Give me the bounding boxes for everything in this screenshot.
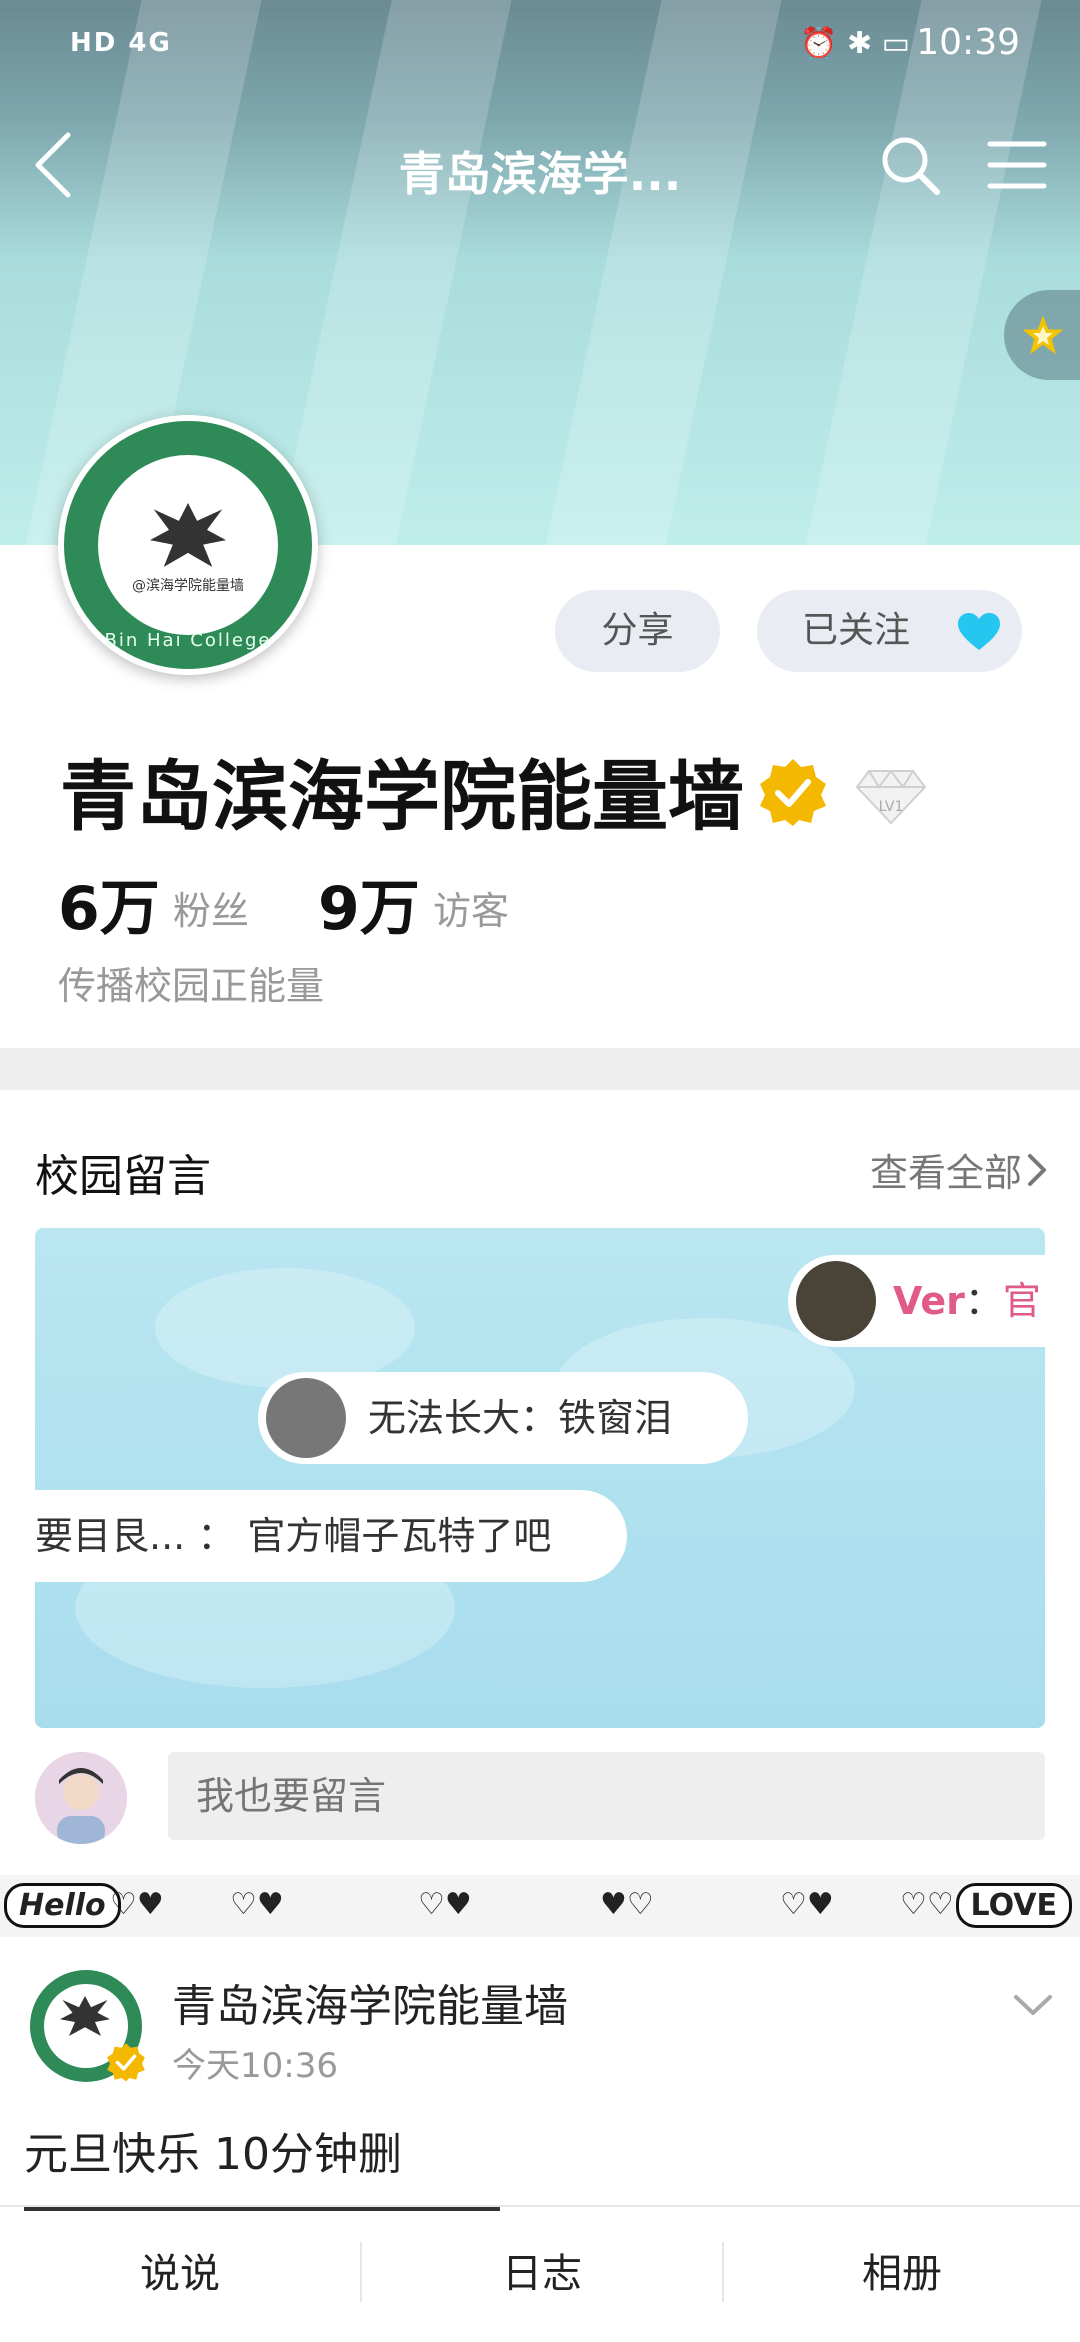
tab-album[interactable]: 相册 — [722, 2207, 1080, 2342]
favorite-tab[interactable] — [1004, 290, 1080, 380]
heart-doodle-icon: ♡♥ — [780, 1887, 834, 1922]
comment-text: 铁窗泪 — [558, 1396, 673, 1440]
user-avatar-icon — [35, 1752, 127, 1844]
followers-label[interactable]: 粉丝 — [173, 880, 249, 935]
network-indicator: HD 4G — [70, 28, 172, 58]
search-icon — [882, 137, 940, 195]
message-bubble[interactable]: 要目艮... ： 官方帽子瓦特了吧 — [35, 1490, 627, 1582]
separator: ： — [520, 1396, 559, 1440]
commenter-name: 要目艮... — [35, 1514, 186, 1558]
verified-badge-icon — [760, 759, 826, 826]
diamond-level-icon: LV1 — [855, 769, 927, 825]
search-button[interactable] — [875, 130, 945, 200]
navigation-bar: 青岛滨海学... — [0, 120, 1080, 210]
post-content: 元旦快乐 10分钟删 — [24, 2129, 402, 2180]
menu-button[interactable] — [982, 130, 1052, 200]
profile-name: 青岛滨海学院能量墙 — [60, 752, 744, 841]
separator: ： — [964, 1279, 1003, 1323]
followers-count[interactable]: 6万 — [58, 860, 160, 947]
section-divider — [0, 1048, 1080, 1090]
verified-badge-icon — [107, 2043, 145, 2082]
post-author-name[interactable]: 青岛滨海学院能量墙 — [172, 1970, 568, 2034]
level-text: LV1 — [879, 799, 904, 815]
comment-text: 官方帽子瓦特了吧 — [247, 1514, 552, 1558]
love-doodle: LOVE — [955, 1883, 1072, 1928]
separator: ： — [185, 1514, 248, 1558]
heart-doodle-icon: ♡♥ — [418, 1887, 472, 1922]
decorative-banner: Hello ♡♥ ♡♥ ♡♥ ♥♡ ♡♥ ♡♡ LOVE — [0, 1875, 1080, 1937]
my-avatar[interactable] — [35, 1752, 127, 1844]
chevron-down-icon[interactable] — [1008, 1985, 1058, 2025]
hamburger-menu-icon — [987, 141, 1047, 189]
commenter-avatar — [796, 1261, 876, 1341]
commenter-avatar — [266, 1378, 346, 1458]
bottom-tab-bar: 说说 日志 相册 — [0, 2205, 1080, 2340]
message-bubble[interactable]: Ver：官 — [788, 1255, 1080, 1347]
post-author-avatar[interactable] — [30, 1970, 145, 2082]
post-timestamp: 今天10:36 — [172, 2046, 338, 2086]
profile-avatar[interactable]: @滨海学院能量墙 Bin Hai College — [58, 415, 318, 675]
heart-doodle-icon: ♥♡ — [600, 1887, 654, 1922]
status-icons: ⏰ ✱ ▭ — [800, 26, 910, 61]
visitors-count[interactable]: 9万 — [318, 860, 420, 947]
hello-doodle: Hello — [4, 1883, 121, 1928]
follow-button[interactable]: 已关注 — [757, 590, 1022, 672]
commenter-name: Ver — [893, 1279, 965, 1323]
logo-burst-icon — [150, 503, 226, 567]
heart-doodle-icon: ♡♥ — [110, 1887, 164, 1922]
avatar-tag: @滨海学院能量墙 — [132, 578, 244, 594]
heart-doodle-icon: ♡♥ — [230, 1887, 284, 1922]
status-bar: HD 4G ⏰ ✱ ▭ 10:39 — [0, 0, 1080, 90]
follow-label: 已关注 — [802, 610, 911, 651]
visitors-label[interactable]: 访客 — [433, 880, 509, 935]
messages-title: 校园留言 — [35, 1151, 211, 1202]
chevron-right-icon[interactable] — [1022, 1150, 1052, 1190]
commenter-name: 无法长大 — [368, 1396, 521, 1440]
message-bubble[interactable]: 无法长大：铁窗泪 — [258, 1372, 748, 1464]
heart-icon — [958, 613, 1000, 650]
profile-bio: 传播校园正能量 — [58, 964, 325, 1008]
comment-input[interactable] — [168, 1752, 1045, 1840]
avatar-ring-text: Bin Hai College — [104, 630, 272, 651]
comment-text: 官 — [1002, 1279, 1041, 1323]
status-time: 10:39 — [916, 22, 1020, 63]
star-icon — [1022, 315, 1064, 355]
tab-shuoshuo[interactable]: 说说 — [0, 2207, 360, 2342]
see-all-link[interactable]: 查看全部 — [870, 1142, 1022, 1197]
share-button[interactable]: 分享 — [555, 590, 720, 672]
tab-blog[interactable]: 日志 — [362, 2207, 722, 2342]
heart-doodle-icon: ♡♡ — [900, 1887, 954, 1922]
